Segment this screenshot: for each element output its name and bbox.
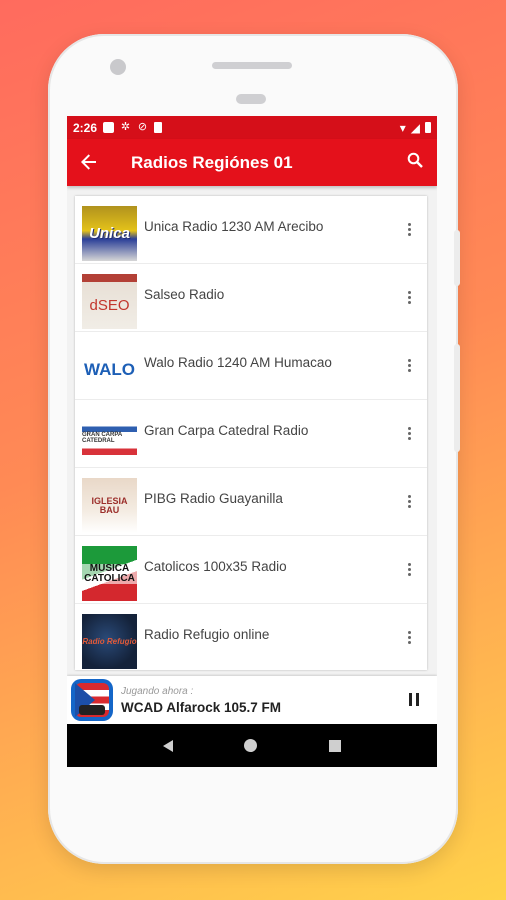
station-row-walo[interactable]: WALO Walo Radio 1240 AM Humacao bbox=[75, 332, 427, 400]
station-row-catolicos[interactable]: MUSICA CATOLICA Catolicos 100x35 Radio bbox=[75, 536, 427, 604]
arrow-left-icon[interactable] bbox=[81, 150, 117, 176]
station-logo-catolicos: MUSICA CATOLICA bbox=[82, 546, 137, 601]
nav-recents-icon[interactable] bbox=[329, 739, 342, 752]
radio-app-icon bbox=[71, 679, 113, 721]
page-title: Radios Regiónes 01 bbox=[131, 152, 293, 172]
more-vert-icon[interactable] bbox=[405, 221, 413, 241]
station-row-gran-carpa[interactable]: GRAN CARPA CATEDRAL Gran Carpa Catedral … bbox=[75, 400, 427, 468]
more-vert-icon[interactable] bbox=[405, 629, 413, 649]
volume-button bbox=[454, 230, 460, 286]
station-logo-salseo: dSEO bbox=[82, 274, 137, 329]
app-toolbar: Radios Regiónes 01 bbox=[67, 139, 437, 186]
now-playing-bar[interactable]: Jugando ahora : WCAD Alfarock 105.7 FM bbox=[67, 676, 437, 724]
proximity-sensor bbox=[236, 94, 266, 104]
app-screen: 2:26 ✲ ⊘ ▾ ◢ Radios Regiónes 01 Unica Un… bbox=[67, 116, 437, 767]
station-name: Unica Radio 1230 AM Arecibo bbox=[144, 219, 324, 234]
earpiece-speaker bbox=[212, 62, 292, 69]
system-navbar bbox=[67, 724, 437, 767]
station-logo-unica: Unica bbox=[82, 206, 137, 261]
nav-home-icon[interactable] bbox=[244, 739, 258, 752]
station-name: Gran Carpa Catedral Radio bbox=[144, 423, 309, 438]
station-name: Salseo Radio bbox=[144, 287, 225, 302]
station-logo-gran-carpa: GRAN CARPA CATEDRAL bbox=[82, 410, 137, 465]
search-icon[interactable] bbox=[407, 152, 423, 173]
now-playing-label: Jugando ahora : bbox=[121, 685, 194, 697]
station-name: Walo Radio 1240 AM Humacao bbox=[144, 355, 332, 370]
station-name: Radio Refugio online bbox=[144, 627, 270, 642]
notification-icon bbox=[103, 122, 115, 133]
power-button bbox=[454, 344, 460, 452]
sd-card-icon bbox=[154, 122, 163, 133]
station-row-salseo[interactable]: dSEO Salseo Radio bbox=[75, 264, 427, 332]
status-bar: 2:26 ✲ ⊘ ▾ ◢ bbox=[67, 116, 437, 139]
station-logo-walo: WALO bbox=[82, 342, 137, 397]
more-vert-icon[interactable] bbox=[405, 493, 413, 513]
station-logo-refugio: Radio Refugio bbox=[82, 614, 137, 669]
battery-icon bbox=[425, 122, 431, 133]
signal-icon: ◢ bbox=[410, 120, 420, 135]
more-vert-icon[interactable] bbox=[405, 289, 413, 309]
station-row-pibg[interactable]: IGLESIA BAU PIBG Radio Guayanilla bbox=[75, 468, 427, 536]
station-logo-pibg: IGLESIA BAU bbox=[82, 478, 137, 533]
network-icon: ✲ bbox=[120, 121, 131, 133]
station-name: Catolicos 100x35 Radio bbox=[144, 559, 287, 574]
more-vert-icon[interactable] bbox=[405, 425, 413, 445]
status-time: 2:26 bbox=[73, 120, 98, 135]
pause-icon[interactable] bbox=[409, 693, 419, 706]
wifi-icon: ▾ bbox=[399, 120, 406, 135]
now-playing-title: WCAD Alfarock 105.7 FM bbox=[121, 699, 282, 715]
station-row-refugio[interactable]: Radio Refugio Radio Refugio online bbox=[75, 604, 427, 672]
blocked-icon: ⊘ bbox=[137, 121, 148, 133]
front-camera bbox=[110, 59, 126, 75]
station-row-unica[interactable]: Unica Unica Radio 1230 AM Arecibo bbox=[75, 196, 427, 264]
nav-back-icon[interactable] bbox=[162, 739, 173, 752]
station-list: Unica Unica Radio 1230 AM Arecibo dSEO S… bbox=[75, 196, 427, 670]
more-vert-icon[interactable] bbox=[405, 561, 413, 581]
more-vert-icon[interactable] bbox=[405, 357, 413, 377]
station-name: PIBG Radio Guayanilla bbox=[144, 491, 283, 506]
